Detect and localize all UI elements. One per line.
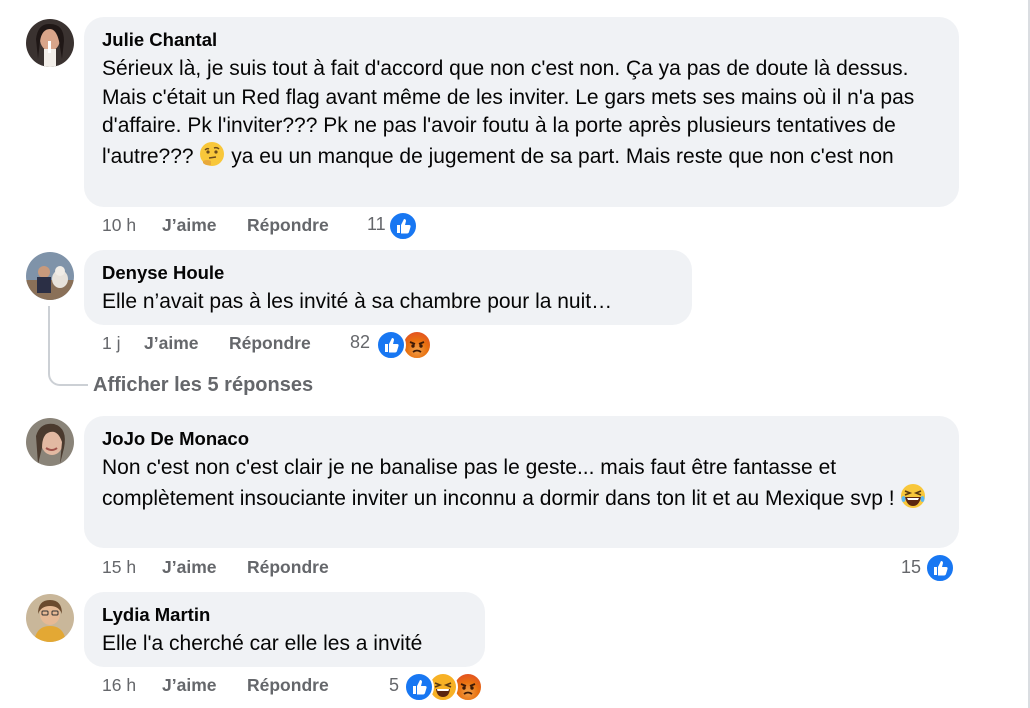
reply-button[interactable]: Répondre	[247, 555, 329, 579]
reaction-count[interactable]: 82	[350, 330, 370, 354]
author-name[interactable]: JoJo De Monaco	[102, 428, 941, 450]
like-reaction-icon[interactable]	[925, 553, 955, 583]
author-name[interactable]: Lydia Martin	[102, 604, 467, 626]
comment-actions: 1 j J’aime Répondre	[102, 331, 802, 355]
like-reaction-icon[interactable]	[404, 672, 434, 702]
like-button[interactable]: J’aime	[162, 673, 216, 697]
timestamp[interactable]: 1 j	[102, 331, 120, 355]
comment-text: Elle n’avait pas à les invité à sa chamb…	[102, 290, 613, 313]
avatar-denyse-houle[interactable]	[26, 252, 74, 300]
comment-text-part: Non c'est non c'est clair je ne banalise…	[102, 456, 895, 510]
like-button[interactable]: J’aime	[162, 213, 216, 237]
reply-button[interactable]: Répondre	[247, 213, 329, 237]
reaction-count[interactable]: 15	[901, 555, 921, 579]
reply-button[interactable]: Répondre	[247, 673, 329, 697]
reaction-count[interactable]: 11	[367, 212, 386, 236]
comment-text: Elle l'a cherché car elle les a invité	[102, 632, 423, 655]
reply-button[interactable]: Répondre	[229, 331, 311, 355]
author-name[interactable]: Denyse Houle	[102, 262, 674, 284]
author-name[interactable]: Julie Chantal	[102, 29, 941, 51]
like-reaction-icon[interactable]	[388, 211, 418, 241]
avatar-lydia-martin[interactable]	[26, 594, 74, 642]
comment-text: Sérieux là, je suis tout à fait d'accord…	[102, 55, 941, 171]
grinning-squinting-face-icon	[900, 483, 926, 509]
comment-bubble: Denyse Houle Elle n’avait pas à les invi…	[84, 250, 692, 325]
avatar-jojo-de-monaco[interactable]	[26, 418, 74, 466]
avatar-julie-chantal[interactable]	[26, 19, 74, 67]
timestamp[interactable]: 10 h	[102, 213, 136, 237]
reaction-count[interactable]: 5	[389, 673, 399, 697]
like-button[interactable]: J’aime	[144, 331, 198, 355]
view-replies-link[interactable]: Afficher les 5 réponses	[93, 372, 313, 398]
comment-bubble: JoJo De Monaco Non c'est non c'est clair…	[84, 416, 959, 548]
like-button[interactable]: J’aime	[162, 555, 216, 579]
timestamp[interactable]: 15 h	[102, 555, 136, 579]
comment-bubble: Julie Chantal Sérieux là, je suis tout à…	[84, 17, 959, 207]
timestamp[interactable]: 16 h	[102, 673, 136, 697]
comment-bubble: Lydia Martin Elle l'a cherché car elle l…	[84, 592, 485, 667]
thread-connector	[48, 306, 88, 386]
like-reaction-icon[interactable]	[376, 330, 406, 360]
angry-reaction-icon[interactable]	[402, 330, 432, 360]
comment-text: Non c'est non c'est clair je ne banalise…	[102, 454, 941, 513]
comment-text-part: ya eu un manque de jugement de sa part. …	[231, 144, 894, 168]
thinking-face-icon	[199, 141, 225, 167]
comment-actions: 15 h J’aime Répondre	[102, 555, 802, 579]
comment-actions: 10 h J’aime Répondre	[102, 213, 802, 237]
